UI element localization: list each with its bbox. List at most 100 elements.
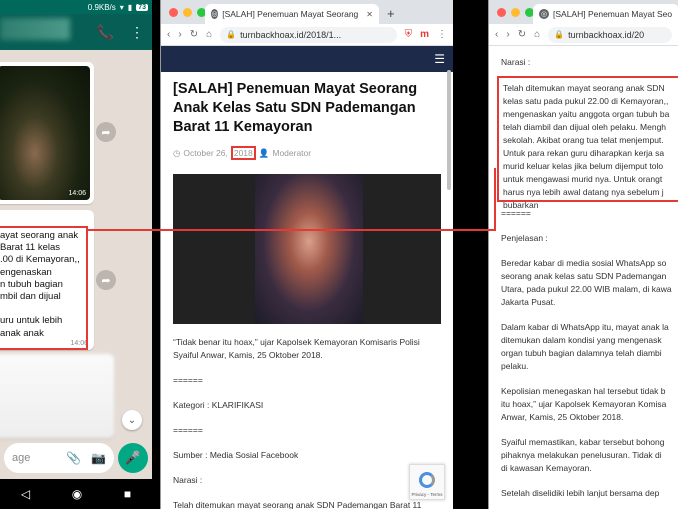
article-image: [173, 174, 441, 324]
article-year-highlight: 2018: [230, 146, 256, 160]
url-text: turnbackhoax.id/20: [568, 29, 645, 40]
recaptcha-icon: [419, 472, 435, 488]
tab-article[interactable]: ◎ [SALAH] Penemuan Mayat Seorang ✕: [205, 4, 379, 24]
narasi-text: Telah ditemukan mayat seorang anak SDN k…: [503, 83, 670, 210]
add-call-icon[interactable]: 📞: [97, 24, 114, 41]
site-nav-bar: ☰: [161, 46, 453, 72]
highlight-box: [0, 226, 88, 350]
highlight-connector-line: [88, 229, 496, 231]
recaptcha-label: Privacy - Terms: [411, 492, 443, 497]
tab-bar: ◎ [SALAH] Penemuan Mayat Seo: [489, 0, 678, 24]
blurred-contact: [0, 18, 70, 40]
close-window-icon[interactable]: [497, 8, 506, 17]
close-window-icon[interactable]: [169, 8, 178, 17]
article-title: [SALAH] Penemuan Mayat Seorang Anak Kela…: [173, 81, 418, 135]
globe-icon: ◎: [539, 9, 549, 19]
message-input[interactable]: age 📎 📷: [4, 443, 114, 473]
mic-icon[interactable]: 🎤: [118, 443, 148, 473]
address-bar[interactable]: 🔒 turnbackhoax.id/2018/1...: [220, 26, 397, 43]
minimize-window-icon[interactable]: [183, 8, 192, 17]
recaptcha-badge[interactable]: Privacy - Terms: [409, 464, 445, 500]
back-icon[interactable]: ‹: [167, 29, 170, 40]
message-time: 14:06: [68, 190, 86, 197]
author-icon: 👤: [258, 147, 270, 158]
wifi-icon: ▾: [119, 2, 124, 12]
attach-icon[interactable]: 📎: [66, 451, 81, 465]
menu-icon[interactable]: ☰: [434, 52, 445, 66]
message-photo[interactable]: 14:06: [0, 66, 90, 200]
screenshot-photo: [255, 174, 363, 324]
battery-level: 73: [136, 3, 148, 11]
address-bar[interactable]: 🔒 turnbackhoax.id/20: [548, 26, 672, 43]
tab-title: [SALAH] Penemuan Mayat Seo: [553, 9, 673, 19]
article-quote: “Tidak benar itu hoax,” ujar Kapolsek Ke…: [173, 337, 420, 360]
close-tab-icon[interactable]: ✕: [366, 10, 373, 19]
article-content: [SALAH] Penemuan Mayat Seorang Anak Kela…: [161, 72, 453, 509]
separator: ======: [173, 425, 203, 435]
browser-menu-icon[interactable]: ⋮: [437, 29, 447, 40]
explanation-paragraph: Dalam kabar di WhatsApp itu, mayat anak …: [501, 322, 669, 371]
lock-icon: 🔒: [554, 30, 565, 39]
phone-status-bar: 0.9KB/s ▾ ▮ 73: [0, 0, 152, 14]
share-icon[interactable]: ➦: [96, 122, 116, 142]
extension-shield-icon[interactable]: ⛨: [405, 29, 413, 40]
clock-icon: ◷: [173, 147, 181, 158]
message-placeholder: age: [12, 452, 31, 464]
narasi-text: Telah ditemukan mayat seorang anak SDN P…: [173, 500, 422, 509]
narasi-highlight-box: Telah ditemukan mayat seorang anak SDN k…: [497, 76, 678, 210]
recents-nav-icon[interactable]: ■: [124, 487, 131, 501]
panel-gap: [152, 0, 160, 509]
camera-icon[interactable]: 📷: [91, 451, 106, 465]
more-icon[interactable]: ⋮: [130, 24, 144, 41]
narasi-label: Narasi :: [173, 475, 203, 485]
chat-area[interactable]: 14:06 ➦ ayat seorang anak Barat 11 kelas…: [0, 50, 152, 441]
article-meta: ◷ October 26, 2018 👤 Moderator: [173, 146, 441, 160]
browser-window-narrative: ◎ [SALAH] Penemuan Mayat Seo ‹ › ↻ ⌂ 🔒 t…: [488, 0, 678, 509]
home-icon[interactable]: ⌂: [206, 29, 212, 40]
article-content: Narasi : Telah ditemukan mayat seorang a…: [489, 46, 678, 500]
globe-icon: ◎: [211, 9, 219, 19]
android-nav-bar: ◁ ◉ ■: [0, 479, 152, 509]
article-category: Kategori : KLARIFIKASI: [173, 400, 264, 410]
home-nav-icon[interactable]: ◉: [72, 487, 82, 501]
scrollbar[interactable]: [447, 70, 451, 190]
narasi-label: Narasi :: [501, 57, 531, 67]
back-icon[interactable]: ‹: [495, 29, 498, 40]
explanation-paragraph: Syaiful memastikan, kabar tersebut bohon…: [501, 437, 665, 473]
window-controls: [497, 8, 534, 17]
blurred-message: [0, 354, 114, 438]
new-tab-icon[interactable]: +: [387, 6, 395, 21]
forward-icon[interactable]: ›: [178, 29, 181, 40]
home-icon[interactable]: ⌂: [534, 29, 540, 40]
scroll-down-button[interactable]: ⌄: [122, 410, 142, 430]
tab-article[interactable]: ◎ [SALAH] Penemuan Mayat Seo: [533, 4, 678, 24]
network-speed: 0.9KB/s: [87, 2, 116, 12]
reload-icon[interactable]: ↻: [518, 29, 526, 40]
explanation-paragraph: Setelah diselidiki lebih lanjut bersama …: [501, 488, 660, 498]
back-nav-icon[interactable]: ◁: [21, 487, 30, 501]
reload-icon[interactable]: ↻: [190, 29, 198, 40]
minimize-window-icon[interactable]: [511, 8, 520, 17]
forward-icon[interactable]: ›: [506, 29, 509, 40]
explanation-paragraph: Kepolisian menegaskan hal tersebut tidak…: [501, 386, 667, 422]
message-composer: age 📎 📷 🎤: [0, 442, 152, 474]
chat-app-bar: 📞 ⋮: [0, 14, 152, 50]
article-source: Sumber : Media Sosial Facebook: [173, 450, 299, 460]
image-message[interactable]: 14:06: [0, 62, 94, 204]
tab-title: [SALAH] Penemuan Mayat Seorang: [222, 9, 359, 19]
browser-toolbar: ‹ › ↻ ⌂ 🔒 turnbackhoax.id/20: [489, 24, 678, 46]
tab-bar: ◎ [SALAH] Penemuan Mayat Seorang ✕ +: [161, 0, 453, 24]
whatsapp-phone: 0.9KB/s ▾ ▮ 73 📞 ⋮ 14:06 ➦ ayat seorang …: [0, 0, 152, 509]
window-controls: [169, 8, 206, 17]
url-text: turnbackhoax.id/2018/1...: [240, 29, 342, 40]
explanation-paragraph: Beredar kabar di media sosial WhatsApp s…: [501, 258, 672, 307]
signal-icon: ▮: [127, 2, 133, 12]
separator: ======: [173, 375, 203, 385]
article-author[interactable]: Moderator: [272, 148, 311, 158]
penjelasan-label: Penjelasan :: [501, 233, 548, 243]
extension-m-icon[interactable]: m: [420, 29, 429, 40]
panel-gap: [453, 0, 488, 509]
share-icon[interactable]: ➦: [96, 270, 116, 290]
lock-icon: 🔒: [226, 30, 237, 39]
highlight-connector-line: [494, 168, 496, 231]
